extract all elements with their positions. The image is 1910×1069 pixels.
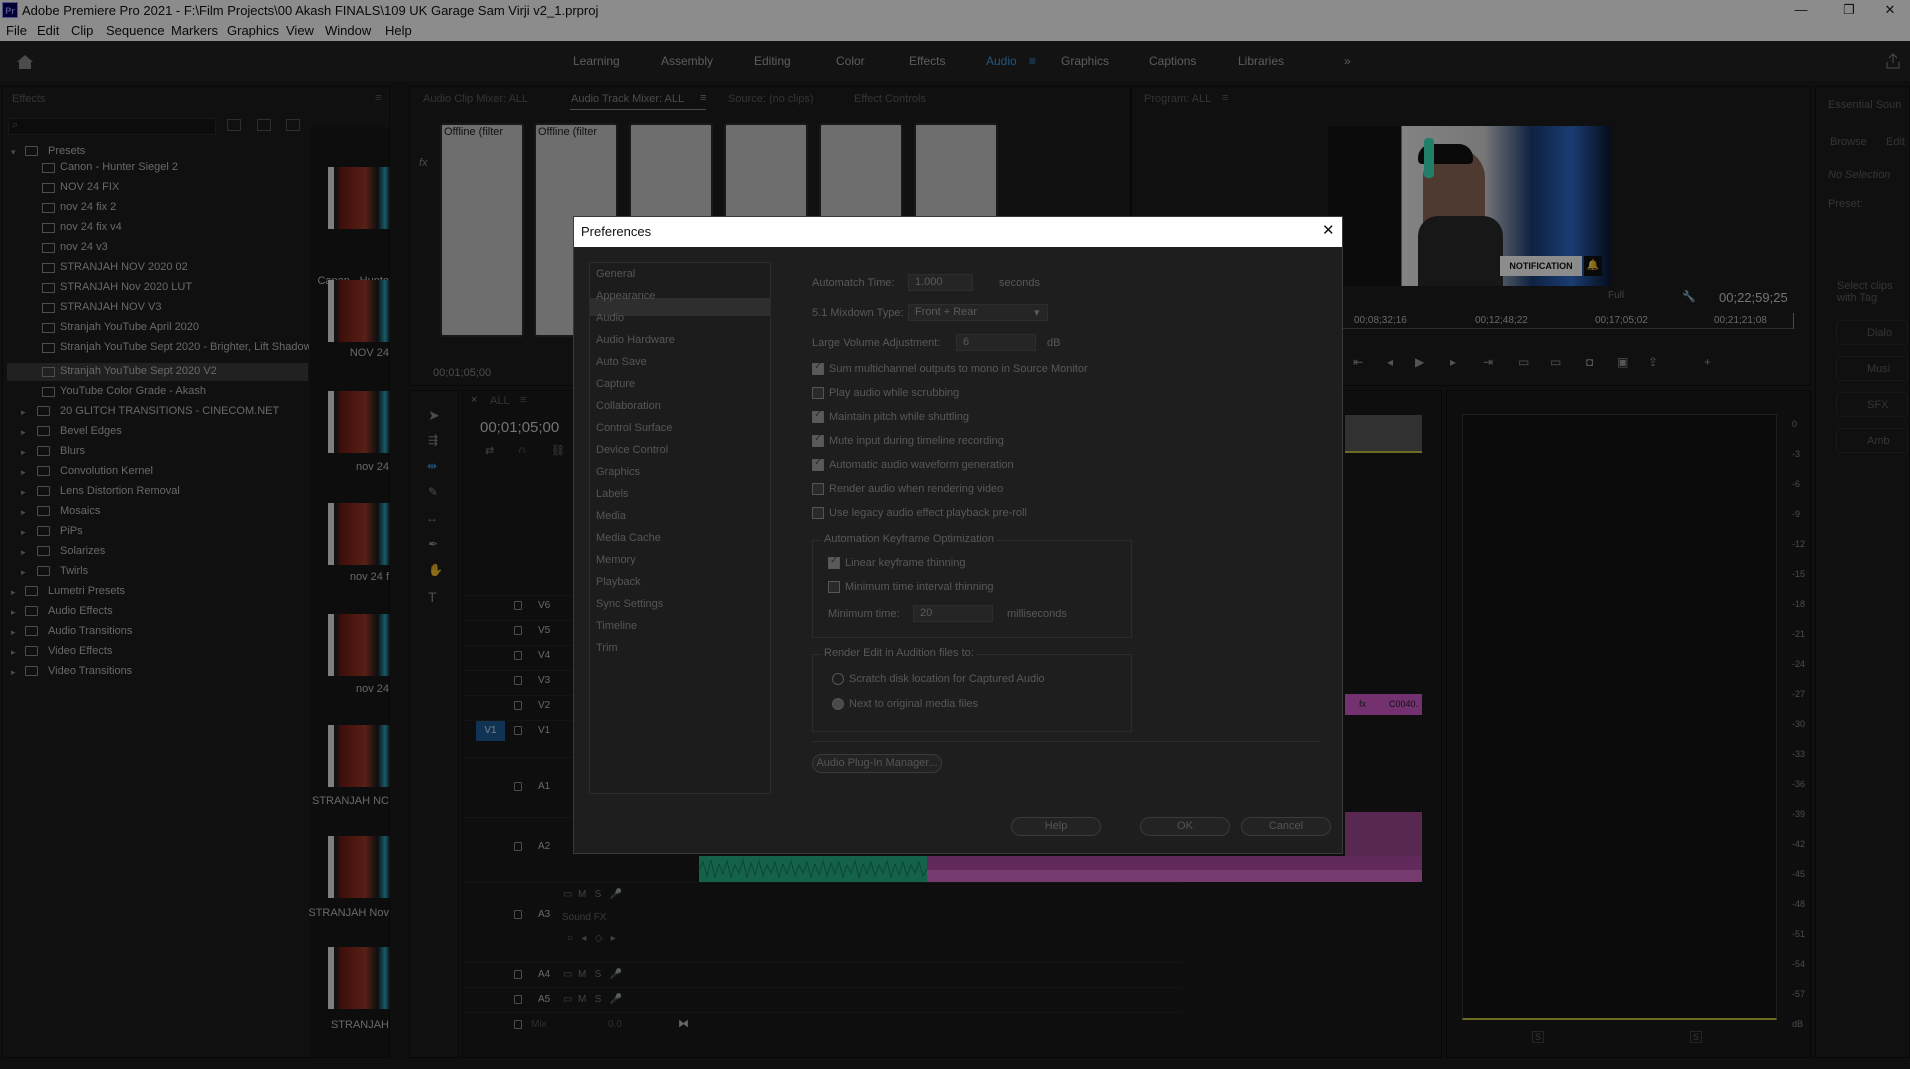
checkbox-maintain-pitch[interactable] <box>812 409 824 423</box>
audio-plugin-manager-button[interactable]: Audio Plug-In Manager... <box>812 754 942 773</box>
radio-scratch-disk[interactable] <box>832 673 844 685</box>
nav-audio-hardware[interactable]: Audio Hardware <box>596 334 675 346</box>
ok-button[interactable]: OK <box>1140 817 1230 836</box>
nav-collaboration[interactable]: Collaboration <box>596 400 661 412</box>
checkbox-label: Use legacy audio effect playback pre-rol… <box>829 507 1027 519</box>
volume-input[interactable]: 6 <box>956 334 1036 351</box>
keyframe-optimization-group: Automation Keyframe Optimization Linear … <box>812 533 1132 638</box>
nav-auto-save[interactable]: Auto Save <box>596 356 647 368</box>
help-button[interactable]: Help <box>1011 817 1101 836</box>
nav-device-control[interactable]: Device Control <box>596 444 668 456</box>
volume-label: Large Volume Adjustment: <box>812 337 941 349</box>
chevron-down-icon: ▾ <box>1034 307 1040 319</box>
nav-general[interactable]: General <box>596 268 635 280</box>
nav-graphics[interactable]: Graphics <box>596 466 640 478</box>
checkbox-play-scrubbing[interactable] <box>812 387 824 399</box>
audition-group-title: Render Edit in Audition files to: <box>821 647 977 659</box>
volume-unit: dB <box>1047 337 1061 349</box>
nav-media[interactable]: Media <box>596 510 626 522</box>
nav-control-surface[interactable]: Control Surface <box>596 422 672 434</box>
checkbox-label: Play audio while scrubbing <box>829 387 960 399</box>
checkbox-label: Mute input during timeline recording <box>829 435 1004 447</box>
mixdown-select[interactable]: Front + Rear ▾ <box>908 304 1048 321</box>
nav-audio[interactable]: Audio <box>596 312 624 324</box>
checkbox-linear-thinning[interactable] <box>828 555 840 569</box>
mixdown-value: Front + Rear <box>915 306 978 318</box>
min-time-input[interactable]: 20 <box>913 605 993 622</box>
cancel-button[interactable]: Cancel <box>1241 817 1331 836</box>
automatch-input[interactable]: 1.000 <box>908 274 973 291</box>
min-time-unit: milliseconds <box>1007 608 1067 620</box>
checkbox-label: Maintain pitch while shuttling <box>829 411 970 423</box>
nav-timeline[interactable]: Timeline <box>596 620 637 632</box>
checkbox-label: Minimum time interval thinning <box>845 581 994 593</box>
radio-label: Scratch disk location for Captured Audio <box>849 673 1045 685</box>
automatch-unit: seconds <box>999 277 1040 289</box>
checkbox-legacy-preroll[interactable] <box>812 507 824 519</box>
checkbox-label: Render audio when rendering video <box>829 483 1004 495</box>
checkbox-label: Automatic audio waveform generation <box>829 459 1014 471</box>
nav-sync-settings[interactable]: Sync Settings <box>596 598 663 610</box>
audition-render-group: Render Edit in Audition files to: Scratc… <box>812 647 1132 732</box>
dialog-close-icon[interactable]: ✕ <box>1322 221 1335 239</box>
dialog-title: Preferences <box>581 224 652 239</box>
checkbox-label: Linear keyframe thinning <box>845 557 966 569</box>
nav-playback[interactable]: Playback <box>596 576 641 588</box>
checkbox-mute-input[interactable] <box>812 433 824 447</box>
keyframe-group-title: Automation Keyframe Optimization <box>821 533 997 545</box>
nav-capture[interactable]: Capture <box>596 378 635 390</box>
checkbox-min-interval[interactable] <box>828 581 840 593</box>
checkbox-waveform-generation[interactable] <box>812 457 824 471</box>
min-time-label: Minimum time: <box>828 608 900 620</box>
nav-memory[interactable]: Memory <box>596 554 636 566</box>
dialog-header: Preferences ✕ <box>574 217 1342 247</box>
checkbox-label: Sum multichannel outputs to mono in Sour… <box>829 363 1088 375</box>
nav-appearance[interactable]: Appearance <box>596 290 655 302</box>
nav-media-cache[interactable]: Media Cache <box>596 532 661 544</box>
nav-labels[interactable]: Labels <box>596 488 628 500</box>
automatch-label: Automatch Time: <box>812 277 895 289</box>
checkbox-sum-mono[interactable] <box>812 361 824 375</box>
mixdown-label: 5.1 Mixdown Type: <box>812 307 904 319</box>
checkbox-render-audio[interactable] <box>812 483 824 495</box>
radio-next-to-original[interactable] <box>832 698 844 710</box>
divider <box>812 741 1320 742</box>
radio-label: Next to original media files <box>849 698 979 710</box>
nav-trim[interactable]: Trim <box>596 642 618 654</box>
preferences-dialog: Preferences ✕ General Appearance Audio A… <box>573 216 1343 854</box>
